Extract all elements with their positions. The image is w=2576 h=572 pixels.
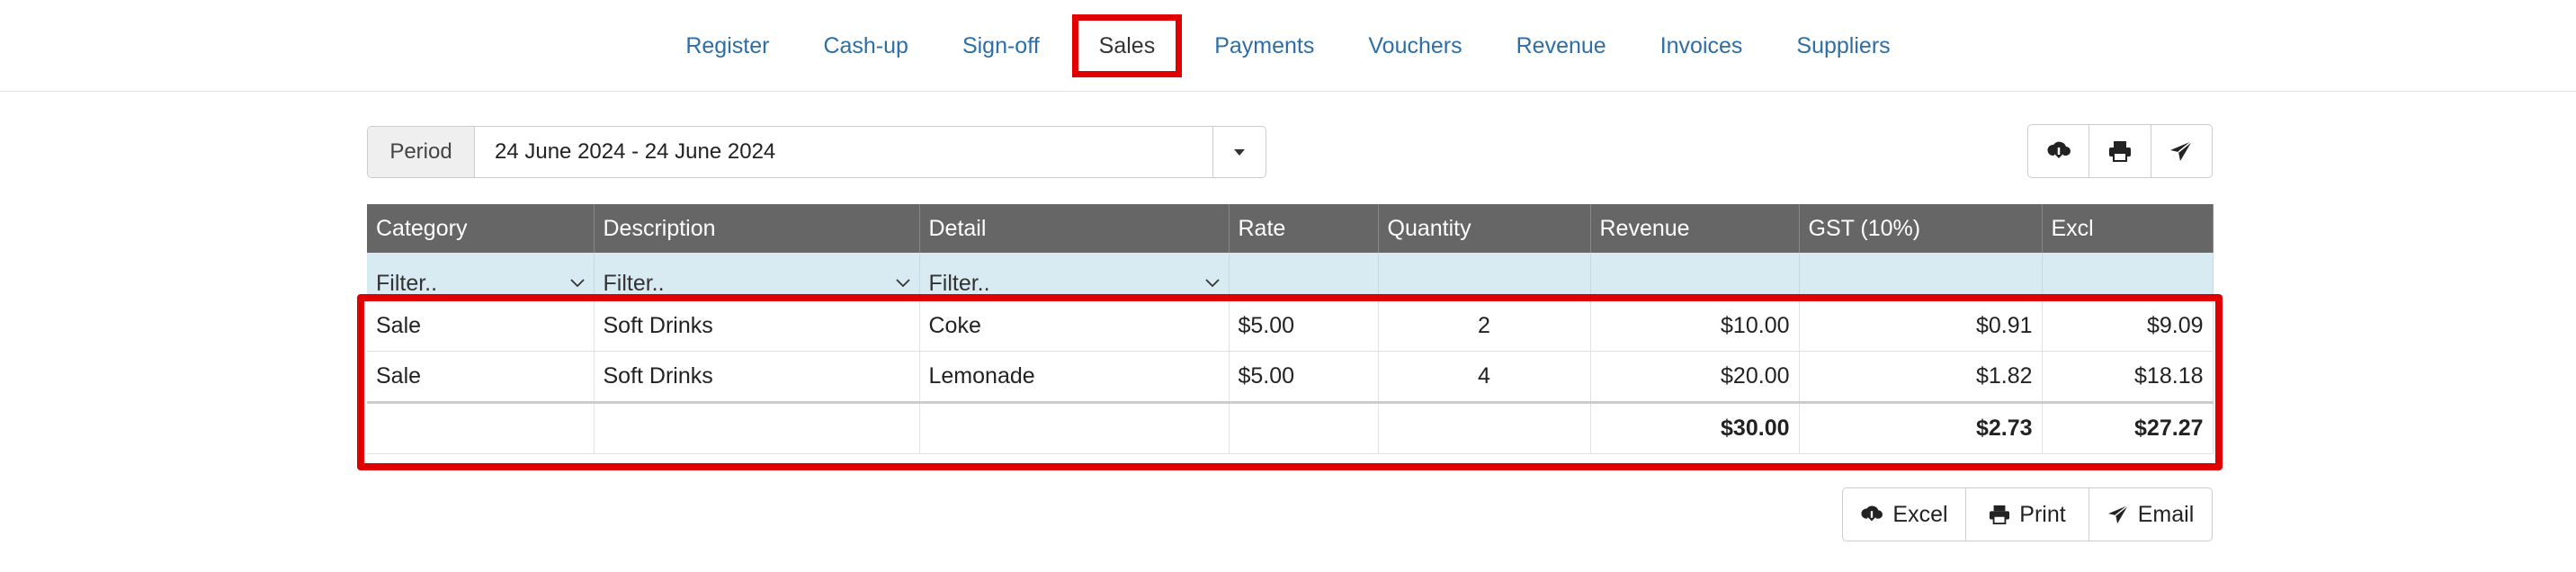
total-empty bbox=[594, 401, 920, 454]
print-button[interactable] bbox=[2089, 125, 2151, 177]
cell-quantity: 4 bbox=[1378, 351, 1591, 403]
filter-category-placeholder: Filter.. bbox=[376, 270, 438, 296]
cell-revenue: $20.00 bbox=[1590, 351, 1800, 403]
cell-revenue: $10.00 bbox=[1590, 301, 1800, 352]
period-selector[interactable]: Period 24 June 2024 - 24 June 2024 bbox=[367, 126, 1266, 178]
cell-category: Sale bbox=[367, 301, 595, 352]
download-button[interactable] bbox=[2028, 125, 2090, 177]
table-row[interactable]: Sale Soft Drinks Coke $5.00 2 $10.00 $0.… bbox=[367, 301, 2214, 352]
header-gst[interactable]: GST (10%) bbox=[1799, 204, 2043, 253]
cell-detail: Lemonade bbox=[919, 351, 1230, 403]
cell-gst: $1.82 bbox=[1799, 351, 2043, 403]
cell-rate: $5.00 bbox=[1229, 351, 1379, 403]
nav-sales[interactable]: Sales bbox=[1071, 14, 1183, 77]
table-row[interactable]: Sale Soft Drinks Lemonade $5.00 4 $20.00… bbox=[367, 351, 2214, 403]
cell-rate: $5.00 bbox=[1229, 301, 1379, 352]
cell-excl: $18.18 bbox=[2042, 351, 2214, 403]
filter-category[interactable]: Filter.. bbox=[367, 253, 595, 301]
filter-empty bbox=[1799, 253, 2043, 301]
nav-suppliers[interactable]: Suppliers bbox=[1769, 14, 1917, 77]
filter-empty bbox=[1378, 253, 1591, 301]
filter-description-placeholder: Filter.. bbox=[603, 270, 665, 296]
nav-vouchers[interactable]: Vouchers bbox=[1341, 14, 1489, 77]
toolbar-icon-group bbox=[2027, 124, 2213, 178]
print-export-button[interactable]: Print bbox=[1966, 488, 2089, 541]
filter-detail[interactable]: Filter.. bbox=[919, 253, 1230, 301]
total-empty bbox=[1229, 401, 1379, 454]
send-button[interactable] bbox=[2151, 125, 2212, 177]
filter-empty bbox=[1229, 253, 1379, 301]
cloud-download-icon bbox=[1861, 505, 1883, 523]
filter-empty bbox=[1590, 253, 1800, 301]
excel-button[interactable]: Excel bbox=[1843, 488, 1966, 541]
top-nav: Register Cash-up Sign-off Sales Payments… bbox=[0, 0, 2576, 92]
header-excl[interactable]: Excl bbox=[2042, 204, 2214, 253]
header-description[interactable]: Description bbox=[594, 204, 920, 253]
total-revenue: $30.00 bbox=[1590, 401, 1800, 454]
print-icon bbox=[1990, 505, 2010, 524]
cell-quantity: 2 bbox=[1378, 301, 1591, 352]
table-header-row: Category Description Detail Rate Quantit… bbox=[367, 204, 2214, 253]
totals-row: $30.00 $2.73 $27.27 bbox=[367, 401, 2214, 454]
chevron-down-icon bbox=[569, 279, 585, 288]
excel-label: Excel bbox=[1892, 501, 1948, 527]
email-label: Email bbox=[2137, 501, 2195, 527]
total-empty bbox=[367, 401, 595, 454]
chevron-down-icon bbox=[1204, 279, 1220, 288]
header-quantity[interactable]: Quantity bbox=[1378, 204, 1591, 253]
period-dropdown-button[interactable] bbox=[1212, 127, 1266, 177]
print-icon bbox=[2108, 141, 2131, 162]
cell-detail: Coke bbox=[919, 301, 1230, 352]
chevron-down-icon bbox=[895, 279, 910, 288]
export-button-group: Excel Print Email bbox=[1842, 487, 2213, 541]
nav-invoices[interactable]: Invoices bbox=[1633, 14, 1770, 77]
send-icon bbox=[2170, 140, 2193, 161]
nav-cash-up[interactable]: Cash-up bbox=[796, 14, 935, 77]
filter-detail-placeholder: Filter.. bbox=[928, 270, 990, 296]
nav-sign-off[interactable]: Sign-off bbox=[935, 14, 1067, 77]
filter-row: Filter.. Filter.. Filter.. bbox=[367, 253, 2214, 301]
filter-empty bbox=[2042, 253, 2214, 301]
header-revenue[interactable]: Revenue bbox=[1590, 204, 1800, 253]
nav-register[interactable]: Register bbox=[658, 14, 796, 77]
total-gst: $2.73 bbox=[1799, 401, 2043, 454]
period-value[interactable]: 24 June 2024 - 24 June 2024 bbox=[475, 127, 1212, 177]
cell-excl: $9.09 bbox=[2042, 301, 2214, 352]
cloud-download-icon bbox=[2047, 141, 2071, 161]
cell-description: Soft Drinks bbox=[594, 301, 920, 352]
period-label: Period bbox=[368, 127, 475, 177]
filter-description[interactable]: Filter.. bbox=[594, 253, 920, 301]
cell-category: Sale bbox=[367, 351, 595, 403]
nav-payments[interactable]: Payments bbox=[1187, 14, 1341, 77]
email-button[interactable]: Email bbox=[2089, 488, 2212, 541]
cell-gst: $0.91 bbox=[1799, 301, 2043, 352]
send-icon bbox=[2107, 505, 2129, 524]
cell-description: Soft Drinks bbox=[594, 351, 920, 403]
total-empty bbox=[919, 401, 1230, 454]
sales-table: Category Description Detail Rate Quantit… bbox=[367, 204, 2214, 454]
header-category[interactable]: Category bbox=[367, 204, 595, 253]
total-empty bbox=[1378, 401, 1591, 454]
print-label: Print bbox=[2019, 501, 2066, 527]
header-detail[interactable]: Detail bbox=[919, 204, 1230, 253]
caret-down-icon bbox=[1234, 148, 1245, 156]
total-excl: $27.27 bbox=[2042, 401, 2214, 454]
header-rate[interactable]: Rate bbox=[1229, 204, 1379, 253]
nav-revenue[interactable]: Revenue bbox=[1489, 14, 1633, 77]
